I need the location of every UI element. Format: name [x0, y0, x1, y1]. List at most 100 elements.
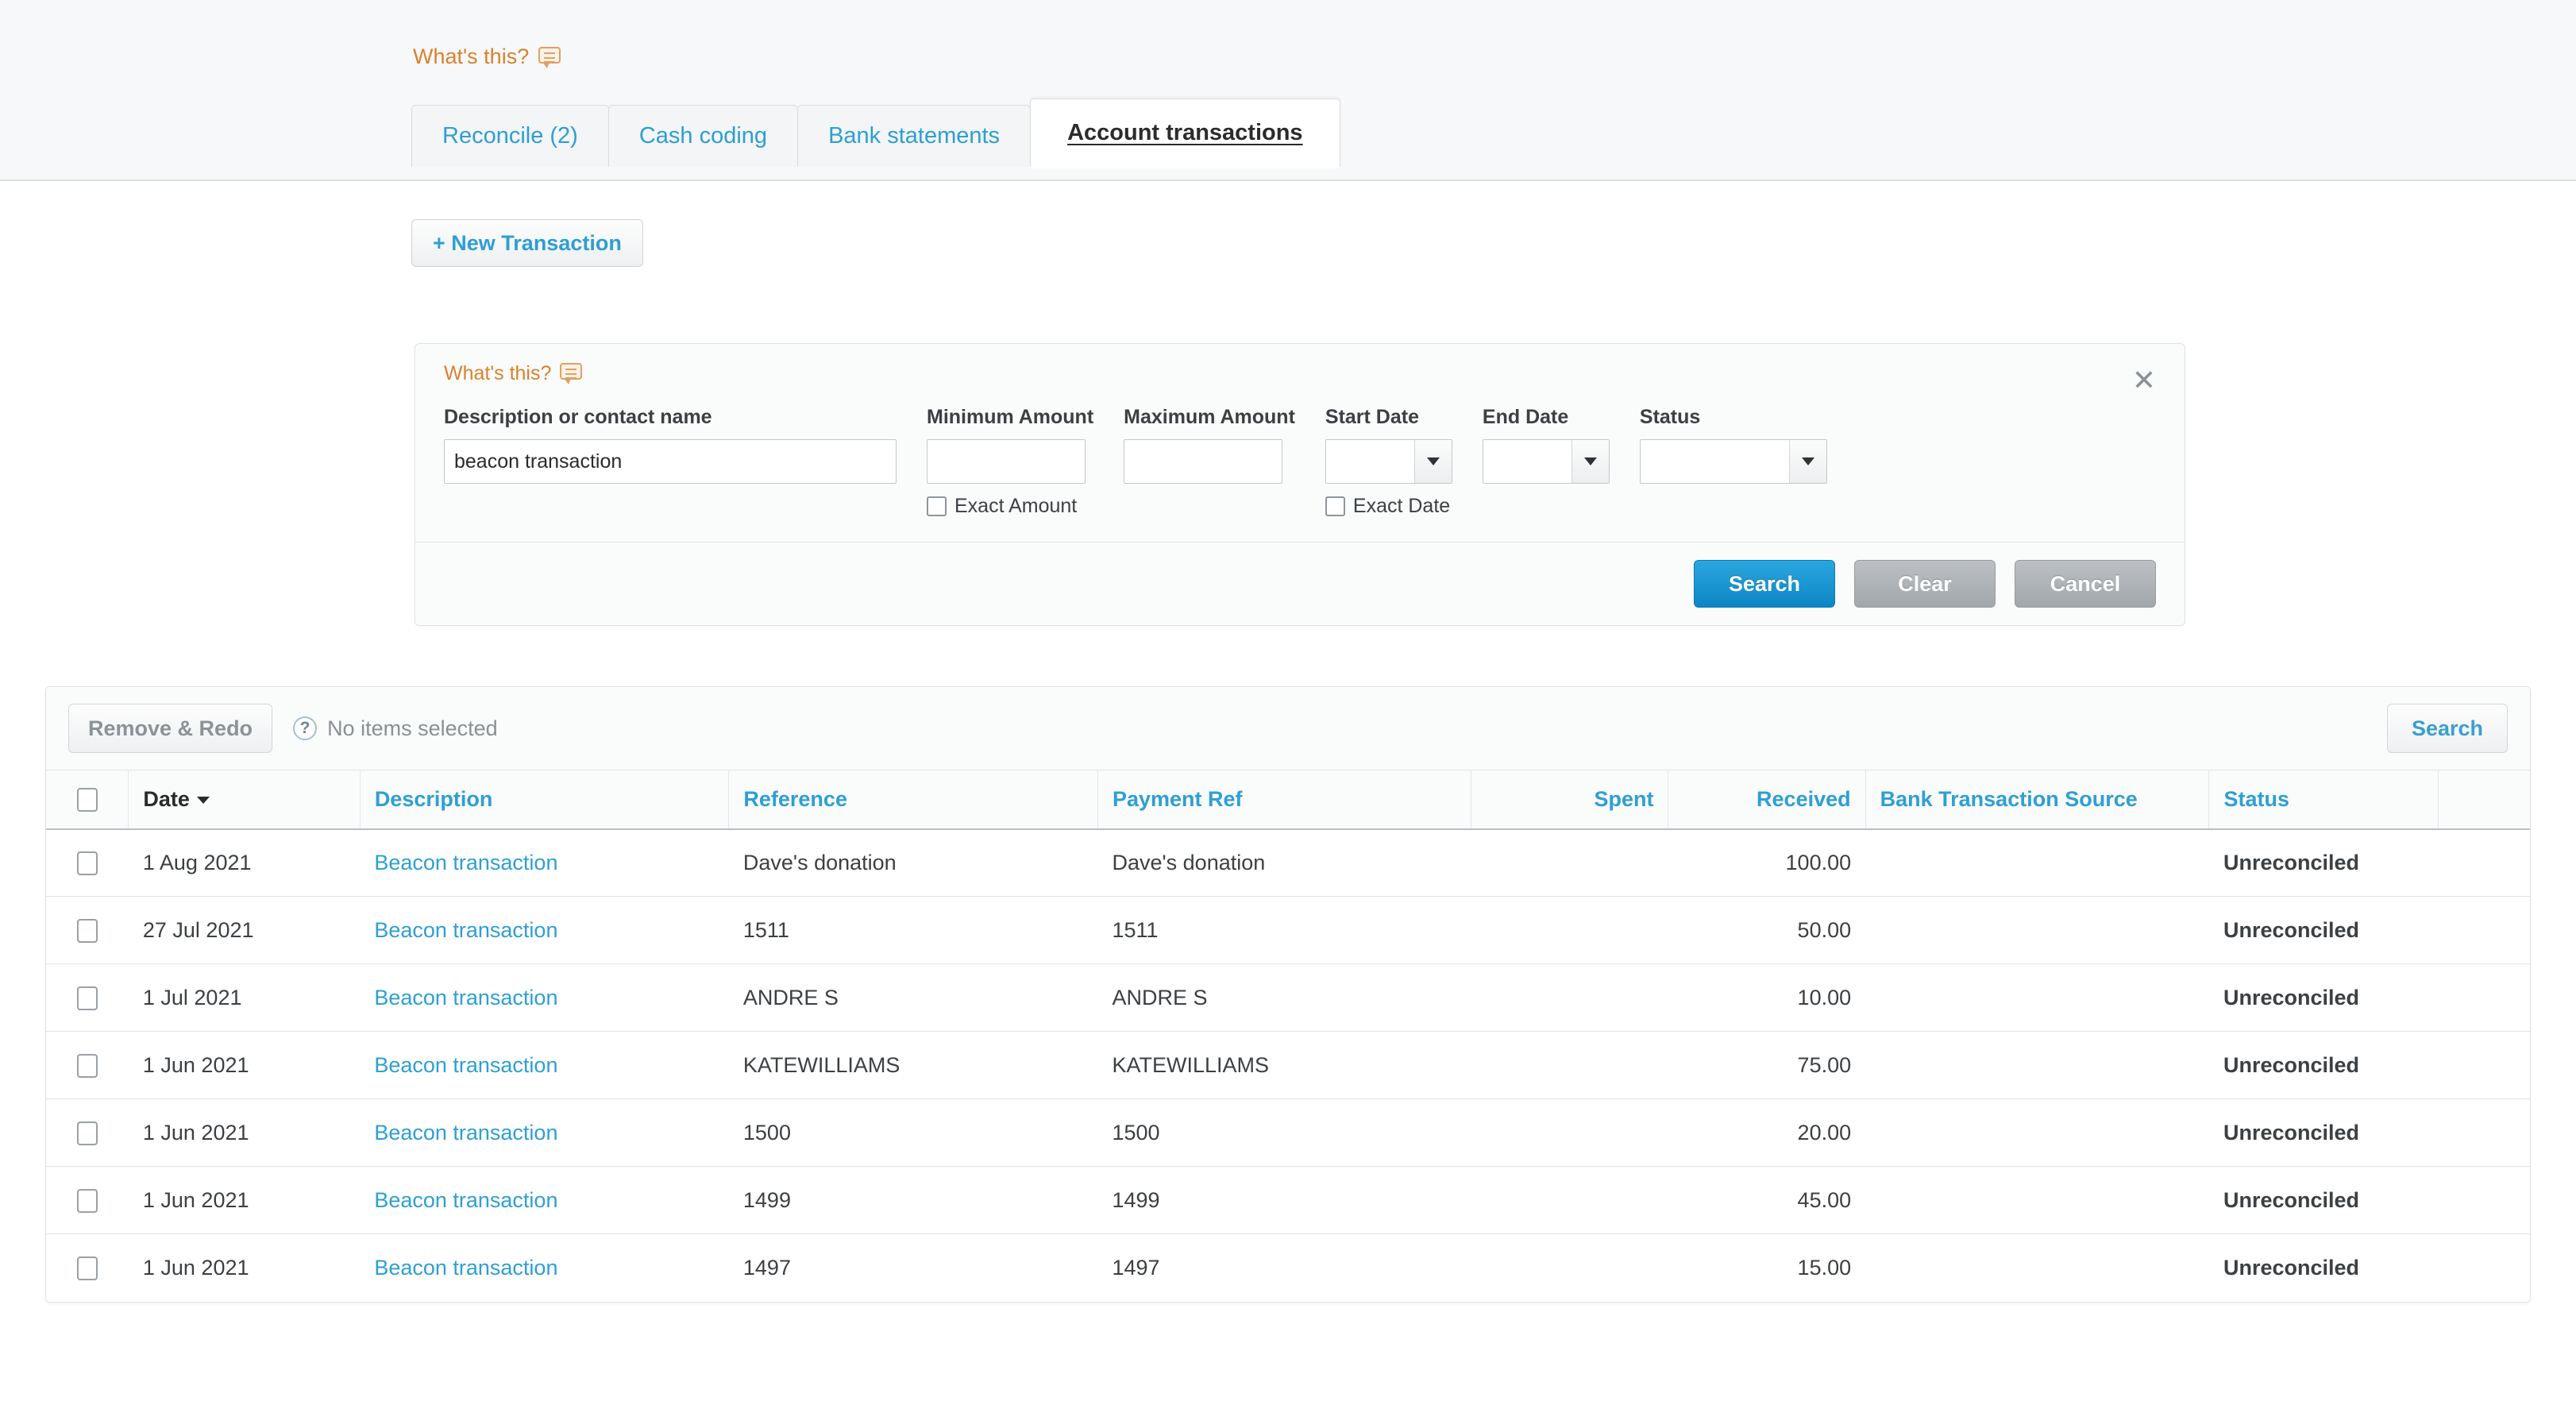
whats-this-link-panel[interactable]: What's this? [444, 363, 584, 384]
cell-description: Beacon transaction [360, 1234, 729, 1302]
column-header-reference[interactable]: Reference [728, 770, 1098, 830]
search-filter-panel: ✕ What's this? Description or contact na… [415, 343, 2185, 626]
column-header-status[interactable]: Status [2208, 770, 2439, 830]
whats-this-label-panel: What's this? [444, 361, 552, 384]
column-header-spent[interactable]: Spent [1471, 770, 1669, 830]
tab-reconcile-label: Reconcile (2) [442, 123, 578, 149]
cell-spent [1471, 1098, 1668, 1167]
minimum-amount-input[interactable] [927, 439, 1086, 484]
column-header-received[interactable]: Received [1668, 770, 1866, 830]
tab-account-transactions-label: Account transactions [1067, 120, 1303, 145]
cell-reference: 1511 [728, 896, 1098, 964]
transactions-results-card: Remove & Redo ? No items selected Search… [45, 686, 2531, 1303]
search-button[interactable]: Search [1694, 560, 1835, 608]
cell-spent [1471, 896, 1668, 964]
row-select-checkbox[interactable] [76, 918, 98, 943]
row-select-checkbox[interactable] [76, 1257, 98, 1281]
clear-button[interactable]: Clear [1854, 560, 1996, 608]
row-select-cell [46, 963, 129, 1032]
status-input[interactable] [1640, 440, 1789, 483]
toolbar-search-label: Search [2411, 716, 2483, 740]
cell-spent [1471, 828, 1668, 897]
row-select-checkbox[interactable] [76, 1188, 98, 1213]
description-link[interactable]: Beacon transaction [374, 1121, 557, 1145]
cell-reference: KATEWILLIAMS [728, 1031, 1098, 1099]
row-select-cell [46, 828, 129, 897]
tab-cash-coding[interactable]: Cash coding [607, 105, 799, 167]
cancel-button-label: Cancel [2050, 571, 2121, 596]
status-combo[interactable] [1639, 439, 1827, 484]
end-date-input[interactable] [1483, 440, 1571, 483]
whats-this-label: What's this? [413, 44, 530, 68]
cell-description: Beacon transaction [360, 1098, 729, 1167]
search-panel-footer: Search Clear Cancel [415, 542, 2185, 625]
status-badge: Unreconciled [2208, 1166, 2439, 1234]
remove-and-redo-button[interactable]: Remove & Redo [68, 704, 273, 753]
chevron-down-icon[interactable] [1413, 440, 1452, 483]
tab-bank-statements-label: Bank statements [828, 123, 1001, 149]
maximum-amount-input[interactable] [1124, 439, 1283, 484]
cell-date: 1 Jun 2021 [128, 1098, 361, 1167]
select-all-header [46, 770, 129, 830]
cell-description: Beacon transaction [360, 963, 729, 1032]
cell-bank-transaction-source [1865, 896, 2209, 964]
cell-received: 15.00 [1797, 1255, 1852, 1280]
cell-payment-ref: Dave's donation [1097, 828, 1471, 897]
status-badge: Unreconciled [2208, 896, 2439, 964]
end-date-combo[interactable] [1482, 439, 1610, 484]
row-select-checkbox[interactable] [76, 1121, 98, 1145]
column-header-description[interactable]: Description [360, 770, 730, 830]
select-all-checkbox[interactable] [76, 788, 98, 813]
description-link[interactable]: Beacon transaction [374, 986, 557, 1009]
description-link[interactable]: Beacon transaction [374, 851, 557, 874]
new-transaction-button[interactable]: + New Transaction [411, 219, 643, 267]
status-badge: Unreconciled [2208, 1031, 2439, 1099]
row-select-cell [46, 1031, 129, 1099]
selection-status-text: No items selected [327, 716, 498, 740]
column-header-payment-ref[interactable]: Payment Ref [1097, 770, 1472, 830]
exact-amount-checkbox-row[interactable]: Exact Amount [927, 495, 1093, 518]
chevron-down-icon[interactable] [1571, 440, 1609, 483]
cell-received: 20.00 [1668, 1098, 1866, 1167]
whats-this-link-top[interactable]: What's this? [413, 46, 562, 68]
exact-date-checkbox[interactable] [1325, 496, 1345, 516]
cell-received: 75.00 [1668, 1031, 1866, 1099]
help-icon[interactable]: ? [293, 716, 318, 740]
cell-payment-ref: 1499 [1097, 1166, 1471, 1234]
table-header: Date Description Reference Payment Ref S… [46, 770, 2530, 830]
cell-payment-ref: 1497 [1112, 1255, 1160, 1280]
exact-amount-checkbox[interactable] [927, 496, 947, 516]
exact-date-checkbox-row[interactable]: Exact Date [1325, 495, 1452, 518]
close-icon[interactable]: ✕ [2132, 366, 2156, 395]
cell-spent [1471, 1234, 1668, 1302]
tab-bank-statements[interactable]: Bank statements [797, 105, 1032, 167]
toolbar-search-button[interactable]: Search [2386, 704, 2508, 753]
description-link[interactable]: Beacon transaction [374, 1053, 557, 1077]
description-link[interactable]: Beacon transaction [374, 1256, 557, 1280]
row-select-checkbox[interactable] [76, 1053, 98, 1078]
cell-bank-transaction-source [1865, 1031, 2209, 1099]
row-select-cell [46, 1098, 129, 1167]
cell-date: 1 Aug 2021 [128, 828, 361, 897]
tab-account-transactions[interactable]: Account transactions [1030, 98, 1340, 168]
column-header-bank-transaction-source[interactable]: Bank Transaction Source [1865, 770, 2210, 830]
cell-date: 1 Jun 2021 [142, 1255, 249, 1280]
description-link[interactable]: Beacon transaction [374, 918, 557, 942]
status-badge: Unreconciled [2223, 1255, 2359, 1280]
column-header-status-label: Status [2223, 786, 2289, 811]
description-link[interactable]: Beacon transaction [374, 1188, 557, 1212]
cancel-button[interactable]: Cancel [2015, 560, 2156, 608]
cell-spacer [2438, 896, 2530, 964]
start-date-combo[interactable] [1325, 439, 1452, 484]
row-select-checkbox[interactable] [76, 851, 98, 876]
start-date-input[interactable] [1325, 440, 1414, 483]
row-select-cell [46, 896, 129, 964]
cell-received: 100.00 [1668, 828, 1866, 897]
speech-bubble-icon [538, 46, 562, 68]
chevron-down-icon[interactable] [1788, 440, 1826, 483]
tab-reconcile[interactable]: Reconcile (2) [411, 105, 609, 167]
description-input[interactable] [444, 439, 897, 484]
row-select-checkbox[interactable] [76, 986, 98, 1010]
cell-spacer [2438, 963, 2530, 1032]
column-header-date[interactable]: Date [128, 770, 361, 830]
